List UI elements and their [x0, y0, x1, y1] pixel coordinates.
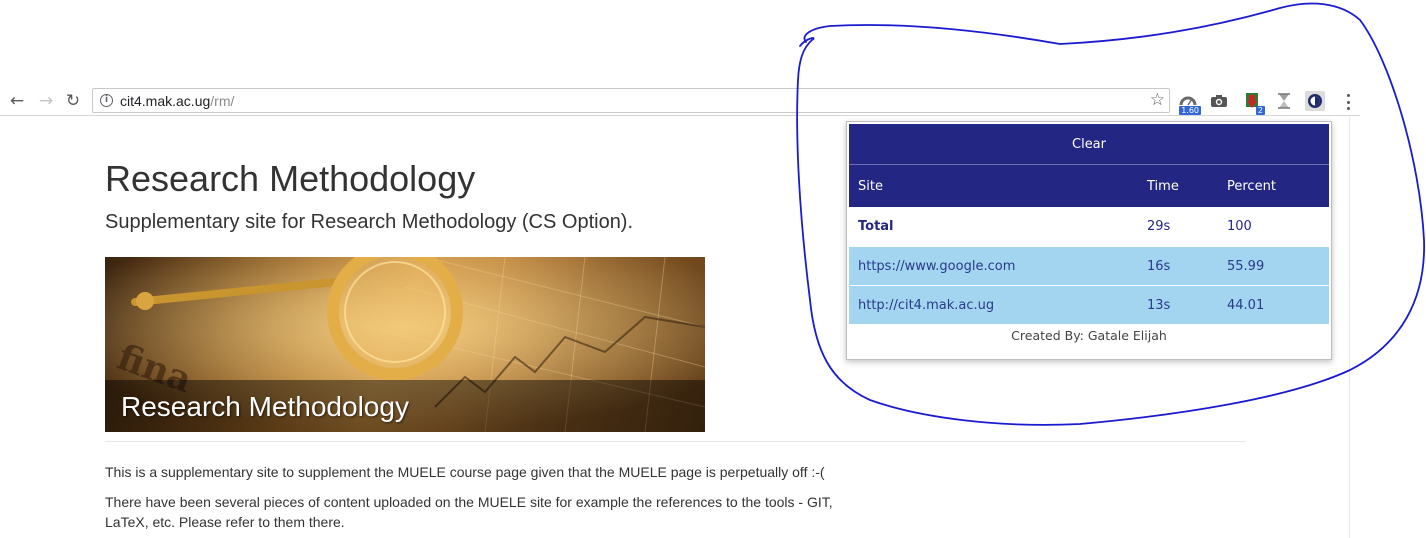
url-text[interactable]: cit4.mak.ac.ug/rm/ [120, 93, 234, 109]
percent-cell: 55.99 [1227, 258, 1265, 274]
column-header-time: Time [1147, 178, 1179, 194]
speed-dial-badge: 1.60 [1179, 106, 1201, 115]
intro-paragraph: This is a supplementary site to suppleme… [105, 464, 825, 480]
page-title: Research Methodology [105, 158, 476, 199]
time-cell: 16s [1147, 258, 1171, 274]
total-time-cell: 29s [1147, 219, 1171, 234]
column-header-site: Site [858, 178, 883, 194]
page-edge-line [1349, 117, 1350, 538]
page-subtitle: Supplementary site for Research Methodol… [105, 211, 634, 233]
downloader-extension-icon[interactable]: 2 [1242, 91, 1265, 115]
url-path: /rm/ [210, 93, 235, 109]
info-icon[interactable]: i [100, 94, 113, 107]
percent-cell: 44.01 [1227, 297, 1265, 313]
time-tracker-extension-icon[interactable] [1305, 91, 1325, 111]
total-site-cell: Total [858, 219, 894, 234]
url-host: cit4.mak.ac.ug [120, 93, 211, 109]
total-row: Total 29s 100 [849, 207, 1329, 246]
table-header-row: Site Time Percent [849, 165, 1329, 207]
banner-caption: Research Methodology [121, 391, 409, 422]
speed-dial-extension-icon[interactable]: 1.60 [1178, 91, 1201, 115]
content-divider [105, 441, 1245, 442]
credit-text: Created By: Gatale Elijah [1011, 328, 1167, 343]
forward-arrow-icon[interactable]: → [35, 90, 57, 112]
reload-icon[interactable]: ↻ [62, 90, 84, 112]
column-header-percent: Percent [1227, 178, 1276, 194]
site-cell: https://www.google.com [858, 258, 1016, 274]
time-cell: 13s [1147, 297, 1171, 313]
bookmark-star-icon[interactable]: ☆ [1150, 90, 1165, 110]
hourglass-extension-icon[interactable] [1274, 91, 1294, 111]
table-row[interactable]: https://www.google.com 16s 55.99 [849, 246, 1329, 285]
site-cell: http://cit4.mak.ac.ug [858, 297, 995, 313]
banner-image: fina Research Methodology [105, 257, 705, 432]
content-paragraph: There have been several pieces of conten… [105, 494, 833, 530]
time-tracker-popup: Clear Site Time Percent Total 29s 100 ht… [846, 121, 1332, 360]
browser-toolbar: ← → ↻ i cit4.mak.ac.ug/rm/ ☆ 1.60 2 [0, 86, 1360, 116]
camera-extension-icon[interactable] [1209, 91, 1229, 111]
back-arrow-icon[interactable]: ← [6, 90, 28, 112]
table-row[interactable]: http://cit4.mak.ac.ug 13s 44.01 [849, 285, 1329, 324]
total-percent-cell: 100 [1227, 219, 1252, 234]
address-bar[interactable]: i cit4.mak.ac.ug/rm/ ☆ [92, 88, 1170, 113]
clear-button[interactable]: Clear [849, 124, 1329, 165]
downloader-badge: 2 [1255, 106, 1265, 115]
chrome-menu-icon[interactable] [1341, 94, 1355, 110]
